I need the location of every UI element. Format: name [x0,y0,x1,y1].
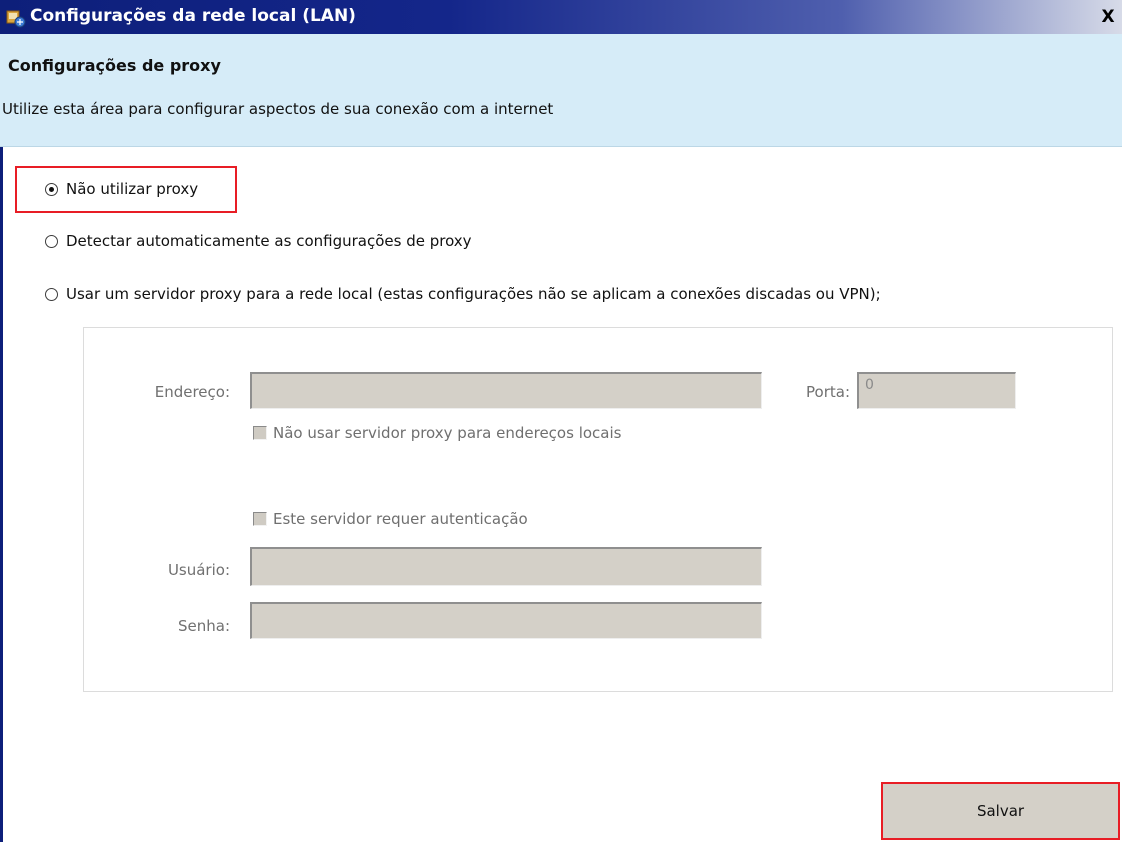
radio-no-proxy[interactable]: Não utilizar proxy [45,180,198,198]
radio-no-proxy-label: Não utilizar proxy [66,180,199,198]
radio-manual-proxy[interactable]: Usar um servidor proxy para a rede local… [45,285,881,303]
password-input[interactable] [250,602,762,639]
radio-selected-icon[interactable] [45,182,58,196]
password-label: Senha: [177,617,230,635]
section-description: Utilize esta área para configurar aspect… [2,100,554,118]
requires-auth-checkbox[interactable]: Este servidor requer autenticação [253,510,528,528]
port-label: Porta: [806,383,850,401]
address-label: Endereço: [154,383,230,401]
user-label: Usuário: [167,561,230,579]
close-icon[interactable]: X [1098,7,1118,27]
bypass-local-label: Não usar servidor proxy para endereços l… [273,424,622,442]
save-button[interactable]: Salvar [881,782,1120,840]
radio-auto-detect-label: Detectar automaticamente as configuraçõe… [66,232,472,250]
network-settings-icon [6,10,26,28]
user-input[interactable] [250,547,762,586]
requires-auth-label: Este servidor requer autenticação [273,510,528,528]
radio-unselected-icon[interactable] [45,287,58,301]
radio-unselected-icon[interactable] [45,234,58,248]
window-title: Configurações da rede local (LAN) [30,6,356,26]
title-bar: Configurações da rede local (LAN) X [0,0,1122,34]
port-input[interactable]: 0 [857,372,1016,409]
bypass-local-checkbox[interactable]: Não usar servidor proxy para endereços l… [253,424,621,442]
section-heading: Configurações de proxy [8,56,221,75]
radio-auto-detect[interactable]: Detectar automaticamente as configuraçõe… [45,232,472,250]
radio-manual-proxy-label: Usar um servidor proxy para a rede local… [66,285,881,303]
address-input[interactable] [250,372,762,409]
checkbox-disabled-icon[interactable] [253,512,267,526]
window-border [0,34,3,842]
header-banner: Configurações de proxy Utilize esta área… [0,34,1122,147]
checkbox-disabled-icon[interactable] [253,426,267,440]
